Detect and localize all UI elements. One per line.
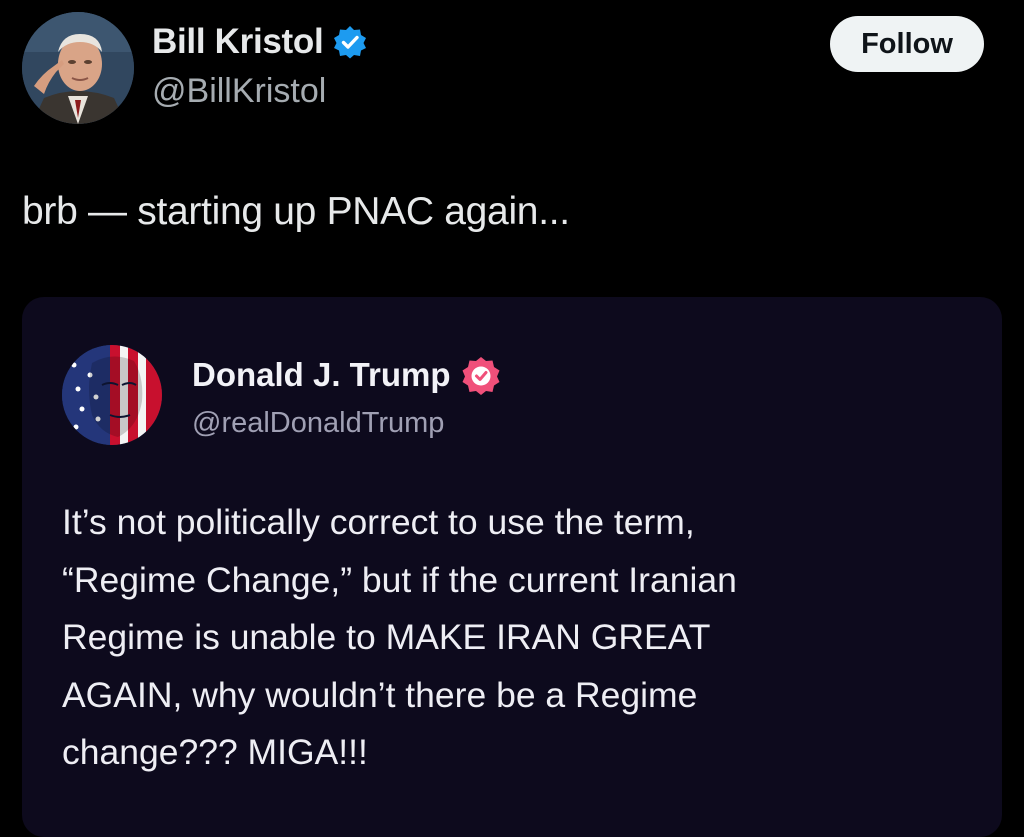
quoted-post-text: It’s not politically correct to use the … [62,494,962,782]
follow-button[interactable]: Follow [830,16,984,72]
quoted-text-line: “Regime Change,” but if the current Iran… [62,559,737,600]
author-name[interactable]: Bill Kristol [152,22,324,62]
quoted-text-line: AGAIN, why wouldn’t there be a Regime [62,674,698,715]
quoted-text-line: It’s not politically correct to use the … [62,502,695,542]
author-handle[interactable]: @BillKristol [152,72,326,111]
blue-verified-badge-icon [333,25,367,59]
quoted-author-name-row[interactable]: Donald J. Trump [192,355,501,395]
quoted-author-avatar[interactable] [62,345,162,445]
flag-portrait-avatar-icon [62,345,162,445]
author-avatar[interactable] [22,12,134,124]
quoted-author-name[interactable]: Donald J. Trump [192,356,451,394]
quoted-text-line: change??? MIGA!!! [62,732,368,772]
pink-verified-badge-icon [461,355,501,395]
tweet-text: brb — starting up PNAC again... [22,190,570,233]
author-name-row[interactable]: Bill Kristol [152,22,367,62]
profile-photo-icon [22,12,134,124]
quoted-text-line: Regime is unable to MAKE IRAN GREAT [62,617,711,657]
quoted-author-handle[interactable]: @realDonaldTrump [192,407,444,440]
quoted-post-card[interactable]: Donald J. Trump @realDonaldTrump It’s no… [22,297,1002,837]
tweet: Bill Kristol @BillKristol Follow brb — s… [0,0,1024,837]
